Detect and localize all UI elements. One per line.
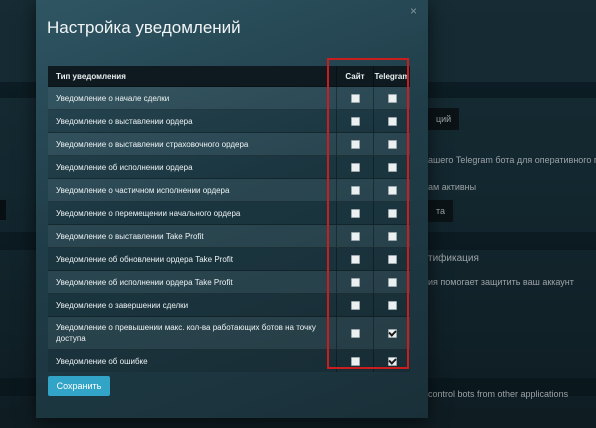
table-row: Уведомление о превышении макс. кол-ва ра…: [48, 316, 410, 350]
notification-type-label: Уведомление об обновлении ордера Take Pr…: [48, 247, 337, 271]
site-checkbox-cell: [336, 224, 374, 248]
telegram-checkbox-cell: [373, 349, 410, 372]
telegram-checkbox[interactable]: [387, 300, 397, 310]
notification-type-label: Уведомление об исполнении ордера Take Pr…: [48, 270, 337, 294]
notification-type-label: Уведомление об ошибке: [48, 349, 337, 372]
table-row: Уведомление об ошибке: [48, 349, 410, 372]
notification-type-label: Уведомление о выставлении ордера: [48, 109, 337, 133]
telegram-checkbox-cell: [373, 270, 410, 294]
notification-type-label: Уведомление об исполнении ордера: [48, 155, 337, 179]
telegram-checkbox[interactable]: [387, 139, 397, 149]
site-checkbox[interactable]: [350, 162, 360, 172]
site-checkbox-cell: [336, 293, 374, 317]
telegram-checkbox[interactable]: [387, 208, 397, 218]
site-checkbox[interactable]: [350, 231, 360, 241]
telegram-checkbox-cell: [373, 201, 410, 225]
site-checkbox[interactable]: [350, 300, 360, 310]
table-row: Уведомление о выставлении ордера: [48, 109, 410, 133]
notification-type-label: Уведомление о превышении макс. кол-ва ра…: [48, 316, 337, 350]
notification-table: Тип уведомления Сайт Telegram Уведомлени…: [48, 66, 410, 372]
table-row: Уведомление о начале сделки: [48, 86, 410, 110]
site-checkbox[interactable]: [350, 93, 360, 103]
telegram-checkbox[interactable]: [387, 116, 397, 126]
site-checkbox-cell: [336, 247, 374, 271]
table-row: Уведомление о выставлении страховочного …: [48, 132, 410, 156]
notification-type-label: Уведомление о выставлении Take Profit: [48, 224, 337, 248]
table-header-row: Тип уведомления Сайт Telegram: [48, 66, 410, 87]
site-checkbox-cell: [336, 349, 374, 372]
telegram-checkbox[interactable]: [387, 356, 397, 366]
table-row: Уведомление об обновлении ордера Take Pr…: [48, 247, 410, 271]
site-checkbox[interactable]: [350, 139, 360, 149]
telegram-checkbox-cell: [373, 178, 410, 202]
telegram-checkbox[interactable]: [387, 185, 397, 195]
close-icon[interactable]: ×: [410, 4, 417, 18]
telegram-checkbox-cell: [373, 86, 410, 110]
telegram-checkbox[interactable]: [387, 277, 397, 287]
modal-title: Настройка уведомлений: [47, 18, 241, 37]
notification-settings-modal: Настройка уведомлений × Тип уведомления …: [36, 0, 428, 418]
site-checkbox-cell: [336, 270, 374, 294]
telegram-checkbox[interactable]: [387, 162, 397, 172]
telegram-checkbox-cell: [373, 224, 410, 248]
site-checkbox-cell: [336, 132, 374, 156]
site-checkbox[interactable]: [350, 356, 360, 366]
telegram-checkbox-cell: [373, 293, 410, 317]
site-checkbox[interactable]: [350, 277, 360, 287]
column-header-type: Тип уведомления: [48, 66, 337, 87]
site-checkbox[interactable]: [350, 185, 360, 195]
telegram-checkbox-cell: [373, 247, 410, 271]
telegram-checkbox-cell: [373, 316, 410, 350]
column-header-site: Сайт: [336, 66, 374, 87]
site-checkbox-cell: [336, 155, 374, 179]
table-row: Уведомление об исполнении ордера Take Pr…: [48, 270, 410, 294]
telegram-checkbox-cell: [373, 155, 410, 179]
telegram-checkbox-cell: [373, 132, 410, 156]
table-row: Уведомление о перемещении начального орд…: [48, 201, 410, 225]
notification-type-label: Уведомление о начале сделки: [48, 86, 337, 110]
telegram-checkbox[interactable]: [387, 231, 397, 241]
table-row: Уведомление о завершении сделки: [48, 293, 410, 317]
telegram-checkbox[interactable]: [387, 328, 397, 338]
notification-table-wrap: Тип уведомления Сайт Telegram Уведомлени…: [48, 66, 410, 372]
column-header-telegram: Telegram: [373, 66, 410, 87]
site-checkbox-cell: [336, 316, 374, 350]
site-checkbox[interactable]: [350, 116, 360, 126]
table-row: Уведомление о частичном исполнении ордер…: [48, 178, 410, 202]
table-row: Уведомление о выставлении Take Profit: [48, 224, 410, 248]
site-checkbox[interactable]: [350, 328, 360, 338]
notification-type-label: Уведомление о частичном исполнении ордер…: [48, 178, 337, 202]
notification-type-label: Уведомление о перемещении начального орд…: [48, 201, 337, 225]
save-button[interactable]: Сохранить: [48, 376, 110, 396]
telegram-checkbox[interactable]: [387, 254, 397, 264]
notification-type-label: Уведомление о выставлении страховочного …: [48, 132, 337, 156]
site-checkbox-cell: [336, 178, 374, 202]
telegram-checkbox[interactable]: [387, 93, 397, 103]
site-checkbox-cell: [336, 201, 374, 225]
telegram-checkbox-cell: [373, 109, 410, 133]
site-checkbox[interactable]: [350, 254, 360, 264]
site-checkbox-cell: [336, 109, 374, 133]
table-row: Уведомление об исполнении ордера: [48, 155, 410, 179]
site-checkbox-cell: [336, 86, 374, 110]
notification-type-label: Уведомление о завершении сделки: [48, 293, 337, 317]
site-checkbox[interactable]: [350, 208, 360, 218]
